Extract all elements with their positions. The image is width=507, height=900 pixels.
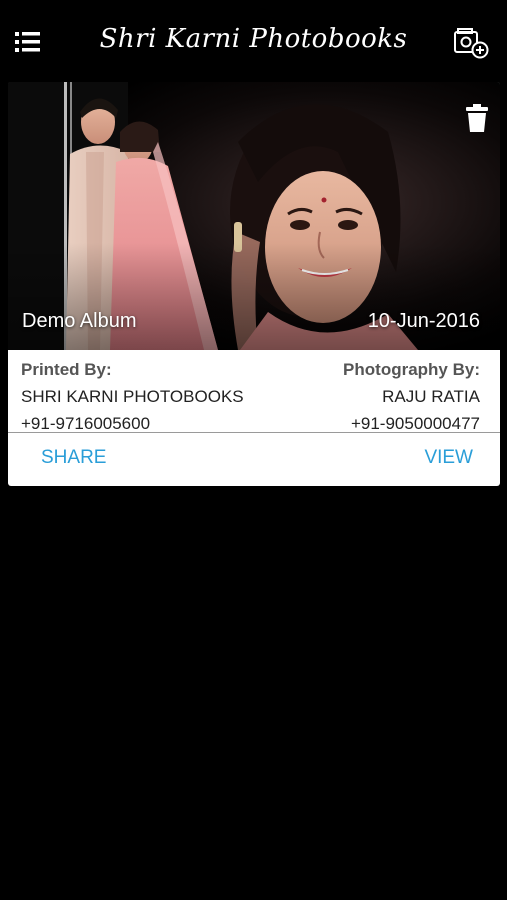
top-bar: Shri Karni Photobooks (0, 0, 507, 82)
album-credits: Printed By: SHRI KARNI PHOTOBOOKS +91-97… (8, 350, 500, 433)
add-album-icon[interactable] (453, 26, 489, 60)
album-cover[interactable]: Demo Album 10-Jun-2016 (8, 82, 500, 350)
printed-by-name: SHRI KARNI PHOTOBOOKS (21, 387, 244, 406)
photography-by-section: Photography By: RAJU RATIA +91-905000047… (343, 356, 480, 437)
album-name: Demo Album (22, 310, 137, 332)
printed-by-label: Printed By: (21, 360, 112, 379)
printed-by-section: Printed By: SHRI KARNI PHOTOBOOKS +91-97… (21, 356, 244, 437)
trash-icon[interactable] (466, 104, 488, 132)
album-actions: SHARE VIEW (8, 433, 500, 485)
share-button[interactable]: SHARE (41, 447, 106, 469)
photography-by-name: RAJU RATIA (382, 387, 480, 406)
album-card[interactable]: Demo Album 10-Jun-2016 Printed By: SHRI … (8, 82, 500, 486)
photography-by-label: Photography By: (343, 360, 480, 379)
album-date: 10-Jun-2016 (367, 310, 480, 332)
view-button[interactable]: VIEW (424, 447, 473, 469)
app-screen: Shri Karni Photobooks Demo Album 10-Jun-… (0, 0, 507, 900)
app-title: Shri Karni Photobooks (99, 24, 408, 54)
